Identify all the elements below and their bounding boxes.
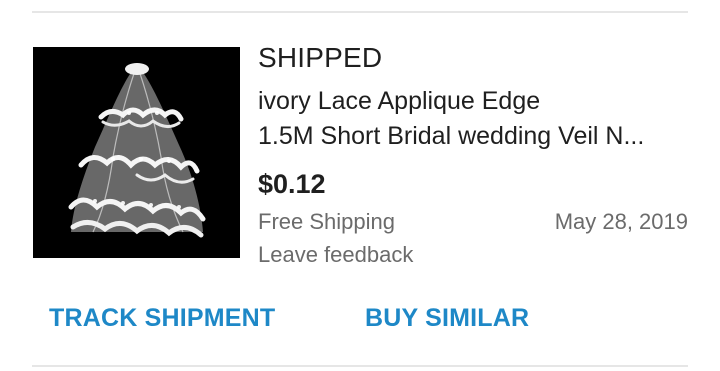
product-title[interactable]: ivory Lace Applique Edge 1.5M Short Brid… xyxy=(258,84,688,154)
order-status: SHIPPED xyxy=(258,42,383,73)
product-title-line2: 1.5M Short Bridal wedding Veil N... xyxy=(258,122,645,150)
bridal-veil-icon xyxy=(33,47,240,258)
track-shipment-button[interactable]: TRACK SHIPMENT xyxy=(49,304,275,333)
price: $0.12 xyxy=(258,169,326,199)
buy-similar-button[interactable]: BUY SIMILAR xyxy=(365,304,529,333)
leave-feedback-link[interactable]: Leave feedback xyxy=(258,242,413,268)
shipping-info: Free Shipping xyxy=(258,209,395,234)
product-title-line1: ivory Lace Applique Edge xyxy=(258,87,541,115)
order-card[interactable]: SHIPPED ivory Lace Applique Edge 1.5M Sh… xyxy=(0,0,720,371)
bottom-divider xyxy=(32,365,688,367)
product-image[interactable] xyxy=(33,47,240,258)
order-date: May 28, 2019 xyxy=(554,209,688,234)
